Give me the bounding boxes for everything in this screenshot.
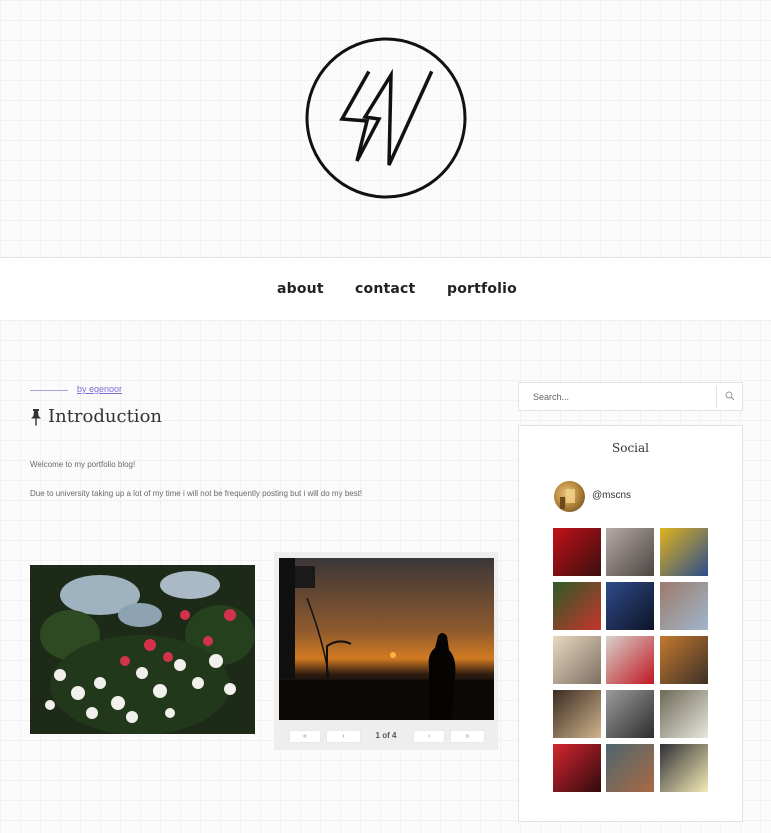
search-input[interactable] bbox=[533, 390, 713, 404]
nav-item-portfolio[interactable]: portfolio bbox=[447, 281, 517, 297]
social-handle[interactable]: @mscns bbox=[592, 490, 631, 501]
avatar[interactable] bbox=[554, 481, 585, 512]
flowers-image bbox=[30, 565, 255, 734]
post-paragraph: Due to university taking up a lot of my … bbox=[30, 489, 363, 498]
nav-item-about[interactable]: about bbox=[277, 281, 324, 297]
gallery-counter: 1 of 4 bbox=[375, 731, 397, 740]
gallery-prev-button[interactable]: ‹ bbox=[326, 730, 361, 743]
social-widget-title: Social bbox=[612, 441, 649, 455]
site-header bbox=[0, 0, 771, 257]
post-title-link[interactable]: Introduction bbox=[48, 406, 162, 427]
instagram-thumbnail[interactable] bbox=[606, 528, 654, 576]
instagram-thumbnail[interactable] bbox=[553, 582, 601, 630]
instagram-thumbnail[interactable] bbox=[660, 636, 708, 684]
image-gallery: « ‹ 1 of 4 › » bbox=[274, 552, 498, 750]
instagram-thumbnail[interactable] bbox=[553, 528, 601, 576]
gallery-slide[interactable] bbox=[279, 558, 494, 720]
main-nav: about contact portfolio bbox=[0, 257, 771, 321]
search-icon bbox=[725, 391, 735, 401]
instagram-thumbnail[interactable] bbox=[660, 744, 708, 792]
byline-divider bbox=[30, 390, 68, 391]
avatar-image bbox=[560, 489, 575, 509]
instagram-thumbnail[interactable] bbox=[660, 690, 708, 738]
nav-item-contact[interactable]: contact bbox=[355, 281, 415, 297]
gallery-last-button[interactable]: » bbox=[450, 730, 485, 743]
instagram-thumbnail[interactable] bbox=[660, 582, 708, 630]
gallery-first-button[interactable]: « bbox=[289, 730, 321, 743]
instagram-thumbnail[interactable] bbox=[553, 690, 601, 738]
sunset-image bbox=[279, 558, 494, 720]
gallery-next-button[interactable]: › bbox=[413, 730, 445, 743]
pin-icon bbox=[31, 409, 41, 426]
search-form bbox=[518, 382, 743, 411]
instagram-thumbnail[interactable] bbox=[606, 690, 654, 738]
instagram-thumbnail[interactable] bbox=[553, 744, 601, 792]
instagram-thumbnail[interactable] bbox=[606, 636, 654, 684]
instagram-thumbnail[interactable] bbox=[553, 636, 601, 684]
author-link[interactable]: by egenoor bbox=[77, 384, 122, 394]
post-photo-flowers[interactable] bbox=[30, 565, 255, 734]
instagram-thumbnail[interactable] bbox=[606, 582, 654, 630]
search-button[interactable] bbox=[717, 383, 743, 410]
instagram-thumbnail[interactable] bbox=[606, 744, 654, 792]
instagram-thumbnail[interactable] bbox=[660, 528, 708, 576]
site-logo bbox=[305, 37, 467, 199]
post-paragraph: Welcome to my portfolio blog! bbox=[30, 460, 136, 469]
social-widget: Social @mscns bbox=[518, 425, 743, 822]
